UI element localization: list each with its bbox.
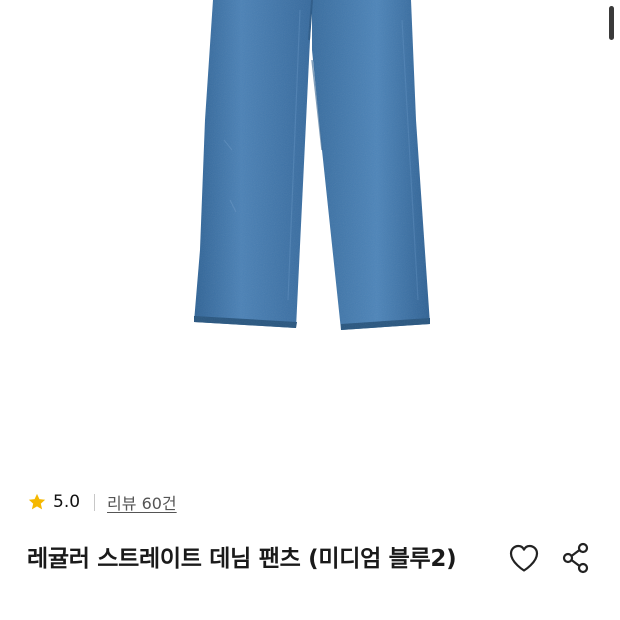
heart-outline-icon [509, 544, 539, 572]
review-count-link[interactable]: 리뷰 60건 [107, 490, 177, 514]
star-icon [28, 493, 46, 510]
share-icon [562, 542, 589, 574]
denim-pants-illustration [194, 0, 430, 330]
rating-score: 5.0 [53, 492, 81, 512]
share-button[interactable] [558, 540, 594, 576]
product-title: 레귤러 스트레이트 데님 팬츠 (미디엄 블루2) [27, 546, 457, 572]
wishlist-button[interactable] [506, 540, 542, 576]
product-image[interactable] [0, 0, 620, 470]
rating-row: 5.0 리뷰 60건 [27, 490, 177, 514]
scroll-indicator[interactable] [609, 6, 614, 40]
divider [94, 493, 96, 511]
